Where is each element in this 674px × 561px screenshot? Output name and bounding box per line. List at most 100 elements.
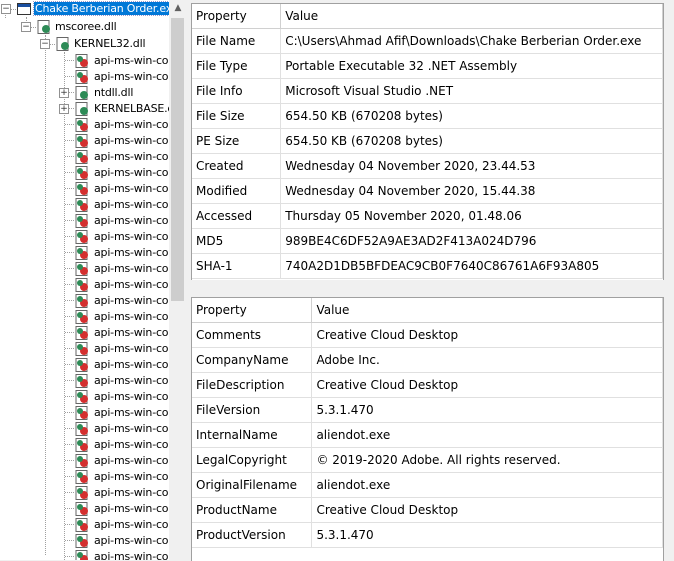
table-row[interactable]: ProductName Creative Cloud Desktop bbox=[192, 497, 663, 523]
table-row[interactable]: Comments Creative Cloud Desktop bbox=[192, 322, 663, 348]
tree-item-module[interactable]: api-ms-win-core bbox=[93, 181, 169, 197]
table-row[interactable]: FileDescription Creative Cloud Desktop bbox=[192, 372, 663, 398]
tree-item-module[interactable]: api-ms-win-core bbox=[93, 453, 169, 469]
table-row[interactable]: ProductVersion 5.3.1.470 bbox=[192, 522, 663, 548]
tree-guide bbox=[50, 44, 55, 45]
table-row[interactable]: File Name C:\Users\Ahmad Afif\Downloads\C… bbox=[192, 28, 663, 54]
tree-item-module[interactable]: api-ms-win-core bbox=[93, 213, 169, 229]
tree-item-module[interactable]: api-ms-win-core bbox=[93, 245, 169, 261]
tree-item-module[interactable]: api-ms-win-core bbox=[93, 293, 169, 309]
file-properties-table[interactable]: Property Value File Name C:\Users\Ahmad A… bbox=[191, 3, 664, 281]
tree-guide bbox=[65, 556, 74, 557]
tree-item-module[interactable]: api-ms-win-core bbox=[93, 229, 169, 245]
tree-item-module[interactable]: api-ms-win-core bbox=[93, 261, 169, 277]
tree-item-module[interactable]: api-ms-win-core bbox=[93, 69, 169, 85]
cell-property: Modified bbox=[192, 178, 282, 204]
tree-guide bbox=[65, 540, 74, 541]
tree-item-label: api-ms-win-core bbox=[94, 182, 169, 195]
column-header-value[interactable]: Value bbox=[311, 298, 663, 323]
cell-value: 5.3.1.470 bbox=[311, 397, 663, 423]
tree-item-module[interactable]: api-ms-win-core bbox=[93, 421, 169, 437]
tree-item-module[interactable]: api-ms-win-core bbox=[93, 325, 169, 341]
tree-item-module[interactable]: api-ms-win-core bbox=[93, 117, 169, 133]
tree-item-module[interactable]: api-ms-win-core bbox=[93, 501, 169, 517]
table-row[interactable]: Accessed Thursday 05 November 2020, 01.48… bbox=[192, 203, 663, 229]
dll-module-icon bbox=[75, 86, 88, 100]
cell-value: 654.50 KB (670208 bytes) bbox=[280, 128, 663, 154]
column-header-property[interactable]: Property bbox=[192, 4, 282, 29]
tree-item-module[interactable]: api-ms-win-core bbox=[93, 469, 169, 485]
tree-guide bbox=[65, 396, 74, 397]
table-row[interactable]: InternalName aliendot.exe bbox=[192, 422, 663, 448]
pane-splitter[interactable] bbox=[191, 280, 664, 296]
dll-missing-icon bbox=[75, 310, 88, 324]
collapse-minus-icon[interactable]: − bbox=[1, 4, 11, 14]
tree-guide bbox=[65, 172, 74, 173]
collapse-minus-icon[interactable]: − bbox=[21, 22, 31, 32]
collapse-minus-icon[interactable]: − bbox=[40, 39, 50, 49]
window-exe-icon bbox=[17, 3, 31, 15]
table-row[interactable]: Modified Wednesday 04 November 2020, 15.4… bbox=[192, 178, 663, 204]
tree-guide bbox=[65, 124, 74, 125]
tree-item-module[interactable]: api-ms-win-core bbox=[93, 357, 169, 373]
expand-plus-icon[interactable]: + bbox=[59, 88, 69, 98]
tree-item-module[interactable]: api-ms-win-core bbox=[93, 277, 169, 293]
tree-item-module[interactable]: api-ms-win-core bbox=[93, 373, 169, 389]
cell-property: File Type bbox=[192, 53, 282, 79]
tree-item-module[interactable]: api-ms-win-core bbox=[93, 405, 169, 421]
tree-item-module[interactable]: api-ms-win-core bbox=[93, 485, 169, 501]
cell-property: Accessed bbox=[192, 203, 282, 229]
scrollbar-thumb[interactable] bbox=[171, 18, 184, 301]
cell-value: Adobe Inc. bbox=[311, 347, 663, 373]
table-row[interactable]: FileVersion 5.3.1.470 bbox=[192, 397, 663, 423]
tree-item-module[interactable]: api-ms-win-core bbox=[93, 53, 169, 69]
module-tree[interactable]: − Chake Berberian Order.exe − mscoree.dl… bbox=[0, 0, 187, 560]
tree-item-module[interactable]: api-ms-win-core bbox=[93, 197, 169, 213]
version-info-table[interactable]: Property Value Comments Creative Cloud De… bbox=[191, 297, 664, 561]
tree-item-module[interactable]: api-ms-win-core bbox=[93, 165, 169, 181]
column-header-property[interactable]: Property bbox=[192, 298, 313, 323]
tree-item-module[interactable]: api-ms-win-core bbox=[93, 389, 169, 405]
table-row[interactable]: MD5 989BE4C6DF52A9AE3AD2F413A024D796 bbox=[192, 228, 663, 254]
table-row[interactable]: File Type Portable Executable 32 .NET Ass… bbox=[192, 53, 663, 79]
tree-item-module[interactable]: api-ms-win-core bbox=[93, 549, 169, 560]
cell-property: ProductName bbox=[192, 497, 313, 523]
tree-item-root[interactable]: Chake Berberian Order.exe bbox=[32, 1, 169, 17]
tree-guide bbox=[65, 348, 74, 349]
table-row[interactable]: SHA-1 740A2D1DB5BFDEAC9CB0F7640C86761A6F9… bbox=[192, 253, 663, 279]
table-row[interactable]: File Info Microsoft Visual Studio .NET bbox=[192, 78, 663, 104]
tree-item-module[interactable]: api-ms-win-core bbox=[93, 133, 169, 149]
dll-missing-icon bbox=[75, 118, 88, 132]
cell-value: 740A2D1DB5BFDEAC9CB0F7640C86761A6F93A805 bbox=[280, 253, 663, 279]
tree-item-module[interactable]: api-ms-win-core bbox=[93, 533, 169, 549]
table-row[interactable]: LegalCopyright © 2019-2020 Adobe. All rig… bbox=[192, 447, 663, 473]
tree-item-label: api-ms-win-core bbox=[94, 294, 169, 307]
tree-item-module[interactable]: api-ms-win-core bbox=[93, 149, 169, 165]
tree-item-module[interactable]: api-ms-win-core bbox=[93, 517, 169, 533]
tree-item-mscoree[interactable]: mscoree.dll bbox=[54, 19, 117, 35]
tree-item-module[interactable]: ntdll.dll bbox=[93, 85, 134, 101]
cell-property: FileVersion bbox=[192, 397, 313, 423]
table-row[interactable]: PE Size 654.50 KB (670208 bytes) bbox=[192, 128, 663, 154]
tree-item-module[interactable]: KERNELBASE.dl bbox=[93, 101, 169, 117]
table-row[interactable]: File Size 654.50 KB (670208 bytes) bbox=[192, 103, 663, 129]
tree-item-module[interactable]: api-ms-win-core bbox=[93, 437, 169, 453]
tree-item-kernel32[interactable]: KERNEL32.dll bbox=[73, 36, 146, 52]
tree-item-module[interactable]: api-ms-win-core bbox=[93, 309, 169, 325]
table-row[interactable]: OriginalFilename aliendot.exe bbox=[192, 472, 663, 498]
column-header-value[interactable]: Value bbox=[280, 4, 663, 29]
table-row[interactable]: CompanyName Adobe Inc. bbox=[192, 347, 663, 373]
table-row[interactable]: Created Wednesday 04 November 2020, 23.44… bbox=[192, 153, 663, 179]
cell-property: ProductVersion bbox=[192, 522, 313, 548]
cell-property: InternalName bbox=[192, 422, 313, 448]
cell-property: PE Size bbox=[192, 128, 282, 154]
tree-item-label: api-ms-win-core bbox=[94, 70, 169, 83]
tree-guide bbox=[65, 412, 74, 413]
tree-item-module[interactable]: api-ms-win-core bbox=[93, 341, 169, 357]
tree-item-label: api-ms-win-core bbox=[94, 438, 169, 451]
tree-item-label: api-ms-win-core bbox=[94, 502, 169, 515]
expand-plus-icon[interactable]: + bbox=[59, 104, 69, 114]
tree-vertical-scrollbar[interactable]: ▲ bbox=[169, 0, 187, 560]
cell-property: SHA-1 bbox=[192, 253, 282, 279]
scroll-up-arrow-icon[interactable]: ▲ bbox=[169, 0, 187, 17]
